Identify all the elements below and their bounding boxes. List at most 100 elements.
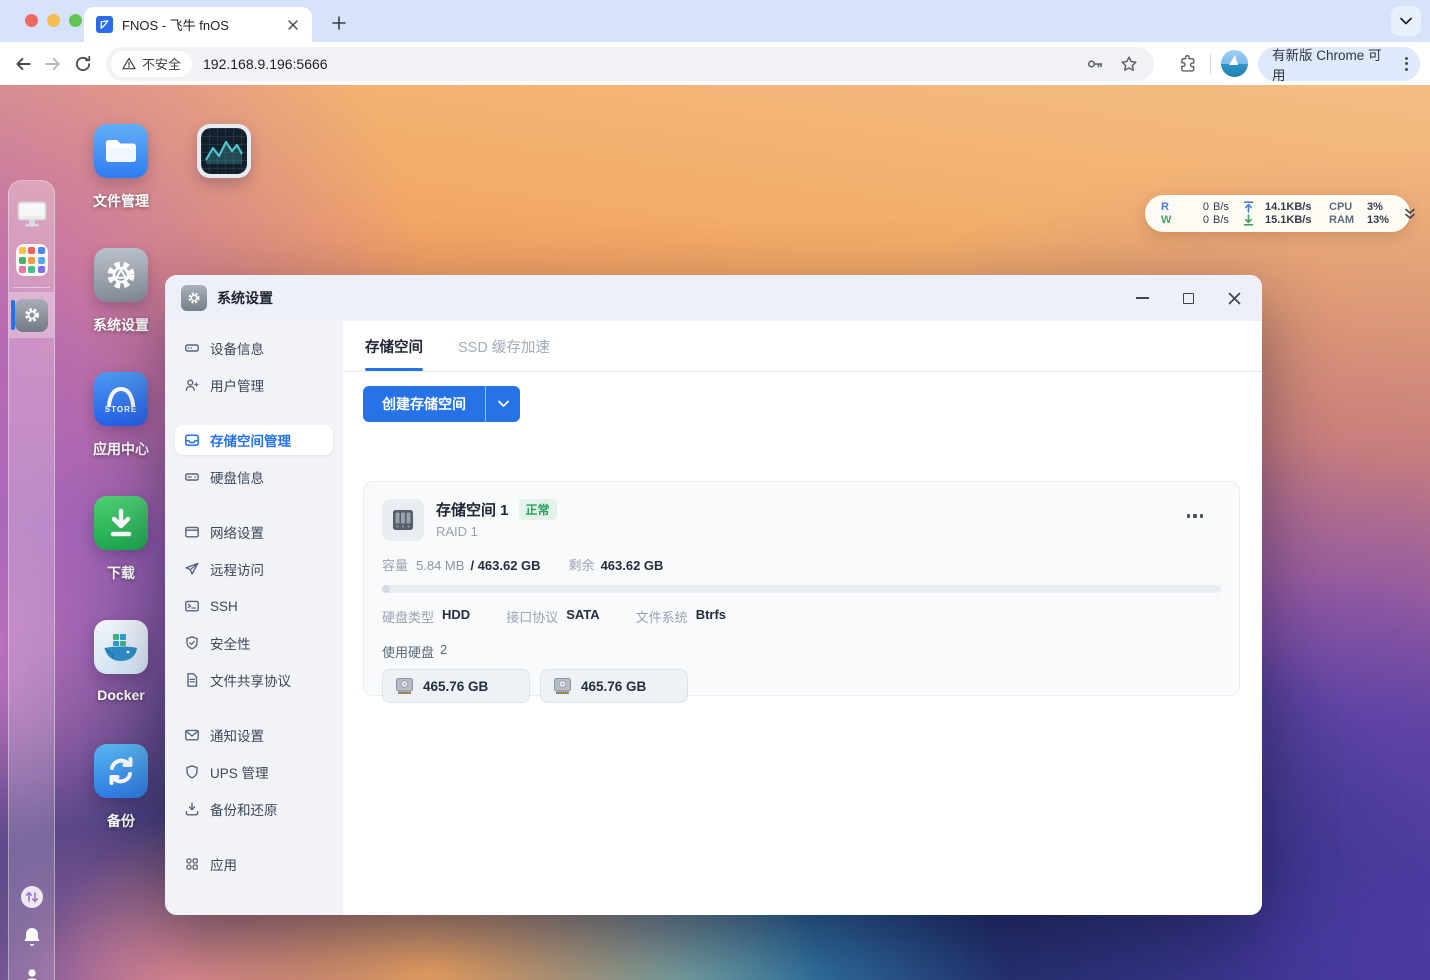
fullscreen-window-button[interactable] [69,14,82,27]
resource-monitor-icon [197,124,251,178]
paper-plane-icon [184,561,200,577]
warning-icon [122,57,136,70]
settings-content: 存储空间 SSD 缓存加速 创建存储空间 存储空间 1 正常 RAID 1 容量… [343,321,1262,915]
download-arrow-icon [94,496,148,550]
fnos-desktop: R 0 B/s 14.1KB/s CPU 3% W 0 B/s 15.1KB/s… [0,85,1430,980]
sidebar-item-network[interactable]: 网络设置 [175,517,333,547]
settings-app-icon [181,285,207,311]
app-grid-icon [15,244,48,276]
chrome-update-button[interactable]: 有新版 Chrome 可用 [1257,46,1420,83]
dock-settings-button-active[interactable] [9,292,54,338]
tab-ssd-cache[interactable]: SSD 缓存加速 [458,321,550,371]
dock-apps-button[interactable] [9,237,54,283]
desktop-icon-docker[interactable]: Docker [61,620,181,703]
cpu-value: 3% [1367,201,1383,213]
password-key-icon[interactable] [1082,51,1108,77]
dock-user-button[interactable] [9,957,54,980]
tab-storage-space[interactable]: 存储空间 [365,321,423,371]
disk-type-value: HDD [442,607,471,622]
desktop-icon-backup[interactable]: 备份 [61,744,181,831]
shield-check-icon [184,635,200,651]
tab-close-icon[interactable] [284,16,302,34]
disk-chip: 465.76 GB [540,669,688,703]
bookmark-star-icon[interactable] [1116,51,1142,77]
settings-sidebar: 设备信息 用户管理 存储空间管理 硬盘信息 网络设置 远程访问 SSH 安全性 … [165,321,343,915]
browser-toolbar: 不安全 192.168.9.196:5666 有新版 Chrome 可用 [0,42,1430,85]
address-bar[interactable]: 不安全 192.168.9.196:5666 [106,46,1154,81]
window-title: 系统设置 [217,290,273,306]
browser-tabstrip: FNOS - 飞牛 fnOS [0,0,1430,42]
dock-notifications-button[interactable] [9,917,54,957]
disk-chip: 465.76 GB [382,669,530,703]
system-stats-widget[interactable]: R 0 B/s 14.1KB/s CPU 3% W 0 B/s 15.1KB/s… [1145,195,1415,232]
extensions-icon[interactable] [1174,51,1200,77]
sidebar-item-ssh[interactable]: SSH [175,591,333,621]
envelope-icon [184,727,200,743]
stats-expand-icon[interactable] [1403,207,1417,221]
sidebar-item-security[interactable]: 安全性 [175,628,333,658]
pool-name: 存储空间 1 [436,502,509,519]
sidebar-item-apps[interactable]: 应用 [175,849,333,879]
close-button[interactable] [1220,284,1248,312]
profile-avatar[interactable] [1220,50,1248,77]
create-storage-button[interactable]: 创建存储空间 [363,386,485,422]
minimize-window-button[interactable] [47,14,60,27]
ram-label: RAM [1329,214,1355,226]
sidebar-item-user-management[interactable]: 用户管理 [175,370,333,400]
desktop-icon-download[interactable]: 下载 [61,496,181,583]
docker-whale-icon [94,620,148,674]
status-badge: 正常 [518,499,557,520]
storage-inbox-icon [184,432,200,448]
storage-pool-card: 存储空间 1 正常 RAID 1 容量 5.84 MB / 463.62 GB … [363,481,1240,703]
pool-more-button[interactable] [1186,514,1203,518]
gear-icon [15,298,48,332]
sidebar-item-ups[interactable]: UPS 管理 [175,757,333,787]
sidebar-item-remote-access[interactable]: 远程访问 [175,554,333,584]
capacity-used: 5.84 MB [416,558,465,573]
reload-button[interactable] [68,49,98,79]
drive-icon [184,340,200,356]
hdd-icon [554,678,571,694]
maximize-button[interactable] [1174,284,1202,312]
document-icon [184,672,200,688]
new-tab-button[interactable] [324,8,354,38]
sidebar-item-disk-info[interactable]: 硬盘信息 [175,462,333,492]
minimize-button[interactable] [1128,284,1156,312]
close-window-button[interactable] [25,14,38,27]
dock-transfer-button[interactable] [9,877,54,917]
ram-value: 13% [1367,214,1390,226]
sidebar-item-file-sharing[interactable]: 文件共享协议 [175,665,333,695]
sidebar-item-notifications[interactable]: 通知设置 [175,720,333,750]
desktop-icon-files[interactable]: 文件管理 [61,124,181,211]
url-text[interactable]: 192.168.9.196:5666 [203,56,1082,72]
sidebar-item-backup-restore[interactable]: 备份和还原 [175,794,333,824]
sidebar-item-device-info[interactable]: 设备信息 [175,333,333,363]
free-label: 剩余 [568,558,595,573]
sidebar-item-storage-management[interactable]: 存储空间管理 [175,425,333,455]
upload-arrow-icon [1243,201,1261,213]
capacity-label: 容量 [382,558,409,573]
macos-traffic-lights [25,14,82,27]
desktop-icon-monitor[interactable] [164,124,284,178]
tab-search-button[interactable] [1391,6,1421,36]
capacity-progress-bar [382,585,1221,593]
content-tabs: 存储空间 SSD 缓存加速 [343,321,1262,372]
browser-menu-icon[interactable] [1401,53,1412,75]
drive-icon [184,469,200,485]
download-arrow-icon [1243,214,1261,226]
back-button[interactable] [8,49,38,79]
tab-title: FNOS - 飞牛 fnOS [122,18,229,33]
shield-icon [184,764,200,780]
window-titlebar[interactable]: 系统设置 [165,275,1262,321]
forward-button[interactable] [38,49,68,79]
dock-desktop-button[interactable] [9,191,54,237]
desktop-icon-settings[interactable]: 系统设置 [61,248,181,335]
create-storage-dropdown[interactable] [485,386,520,422]
settings-window: 系统设置 设备信息 用户管理 存储空间管理 硬盘信息 网络设置 远程访问 SSH… [165,275,1262,915]
security-chip[interactable]: 不安全 [111,50,193,77]
raid-level: RAID 1 [436,524,478,539]
desktop-icon-appcenter[interactable]: STORE 应用中心 [61,372,181,459]
browser-tab[interactable]: FNOS - 飞牛 fnOS [84,7,312,42]
capacity-total: / 463.62 GB [470,558,541,573]
disk-write-label: W [1161,214,1172,226]
